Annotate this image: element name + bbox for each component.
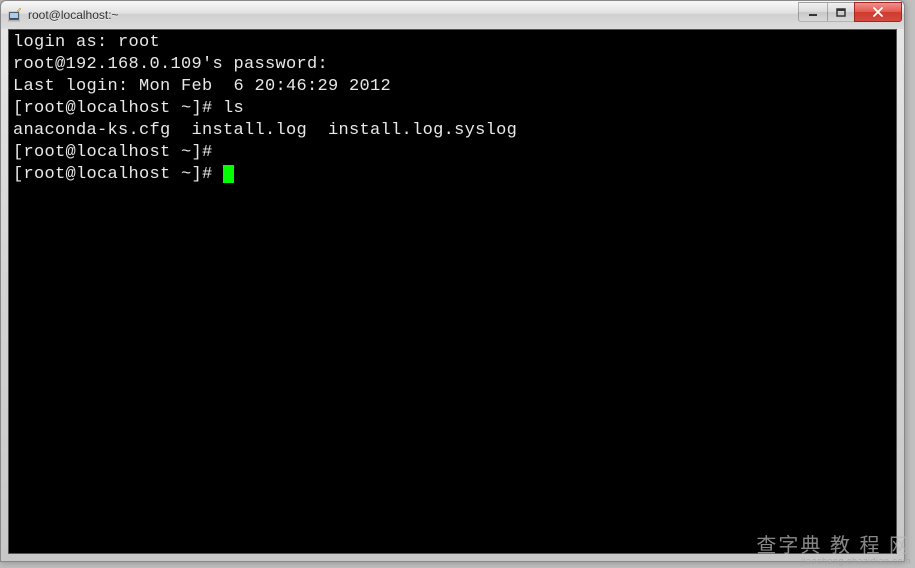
minimize-button[interactable] (798, 2, 828, 22)
window-title: root@localhost:~ (28, 8, 799, 22)
terminal-area[interactable]: login as: root root@192.168.0.109's pass… (8, 29, 897, 554)
terminal-line: [root@localhost ~]# ls (13, 98, 892, 120)
window-controls (799, 2, 902, 22)
terminal-window: root@localhost:~ login as: root root@192… (0, 0, 905, 562)
maximize-button[interactable] (827, 2, 855, 22)
cursor-block (223, 165, 234, 183)
terminal-line: [root@localhost ~]# (13, 142, 892, 164)
terminal-line: root@192.168.0.109's password: (13, 54, 892, 76)
terminal-line: Last login: Mon Feb 6 20:46:29 2012 (13, 76, 892, 98)
terminal-line: login as: root (13, 32, 892, 54)
terminal-line: anaconda-ks.cfg install.log install.log.… (13, 120, 892, 142)
titlebar[interactable]: root@localhost:~ (1, 1, 904, 29)
putty-icon (7, 7, 23, 23)
close-button[interactable] (854, 2, 902, 22)
terminal-prompt-line: [root@localhost ~]# (13, 164, 892, 186)
terminal-prompt: [root@localhost ~]# (13, 165, 223, 184)
